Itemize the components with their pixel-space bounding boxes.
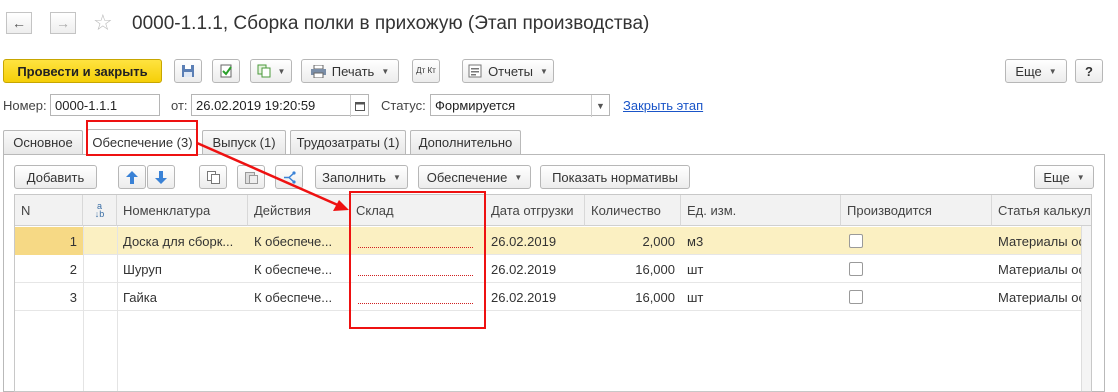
annotation-arrow-icon [196, 141, 349, 211]
